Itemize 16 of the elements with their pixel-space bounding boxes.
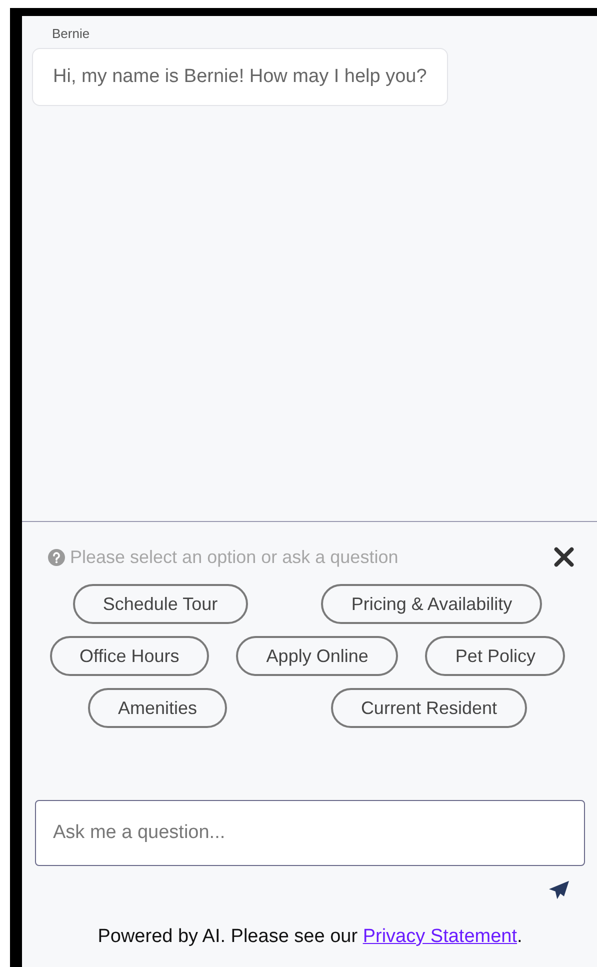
- option-button[interactable]: Amenities: [88, 688, 227, 728]
- question-input[interactable]: Ask me a question...: [35, 800, 585, 866]
- help-icon: [48, 548, 65, 566]
- privacy-link[interactable]: Privacy Statement: [362, 926, 517, 947]
- close-icon[interactable]: [553, 546, 575, 568]
- message-bubble: Hi, my name is Bernie! How may I help you?: [32, 48, 448, 106]
- option-button[interactable]: Apply Online: [236, 636, 398, 676]
- option-button[interactable]: Current Resident: [330, 688, 528, 728]
- option-button[interactable]: Schedule Tour: [72, 584, 248, 624]
- option-button[interactable]: Pricing & Availability: [321, 584, 542, 624]
- option-button[interactable]: Office Hours: [50, 636, 210, 676]
- option-button[interactable]: Pet Policy: [425, 636, 566, 676]
- send-icon[interactable]: [548, 880, 570, 900]
- sender-name: Bernie: [52, 26, 90, 41]
- prompt-text: Please select an option or ask a question: [70, 546, 400, 568]
- footer-text: Powered by AI. Please see our Privacy Statement.: [96, 926, 524, 948]
